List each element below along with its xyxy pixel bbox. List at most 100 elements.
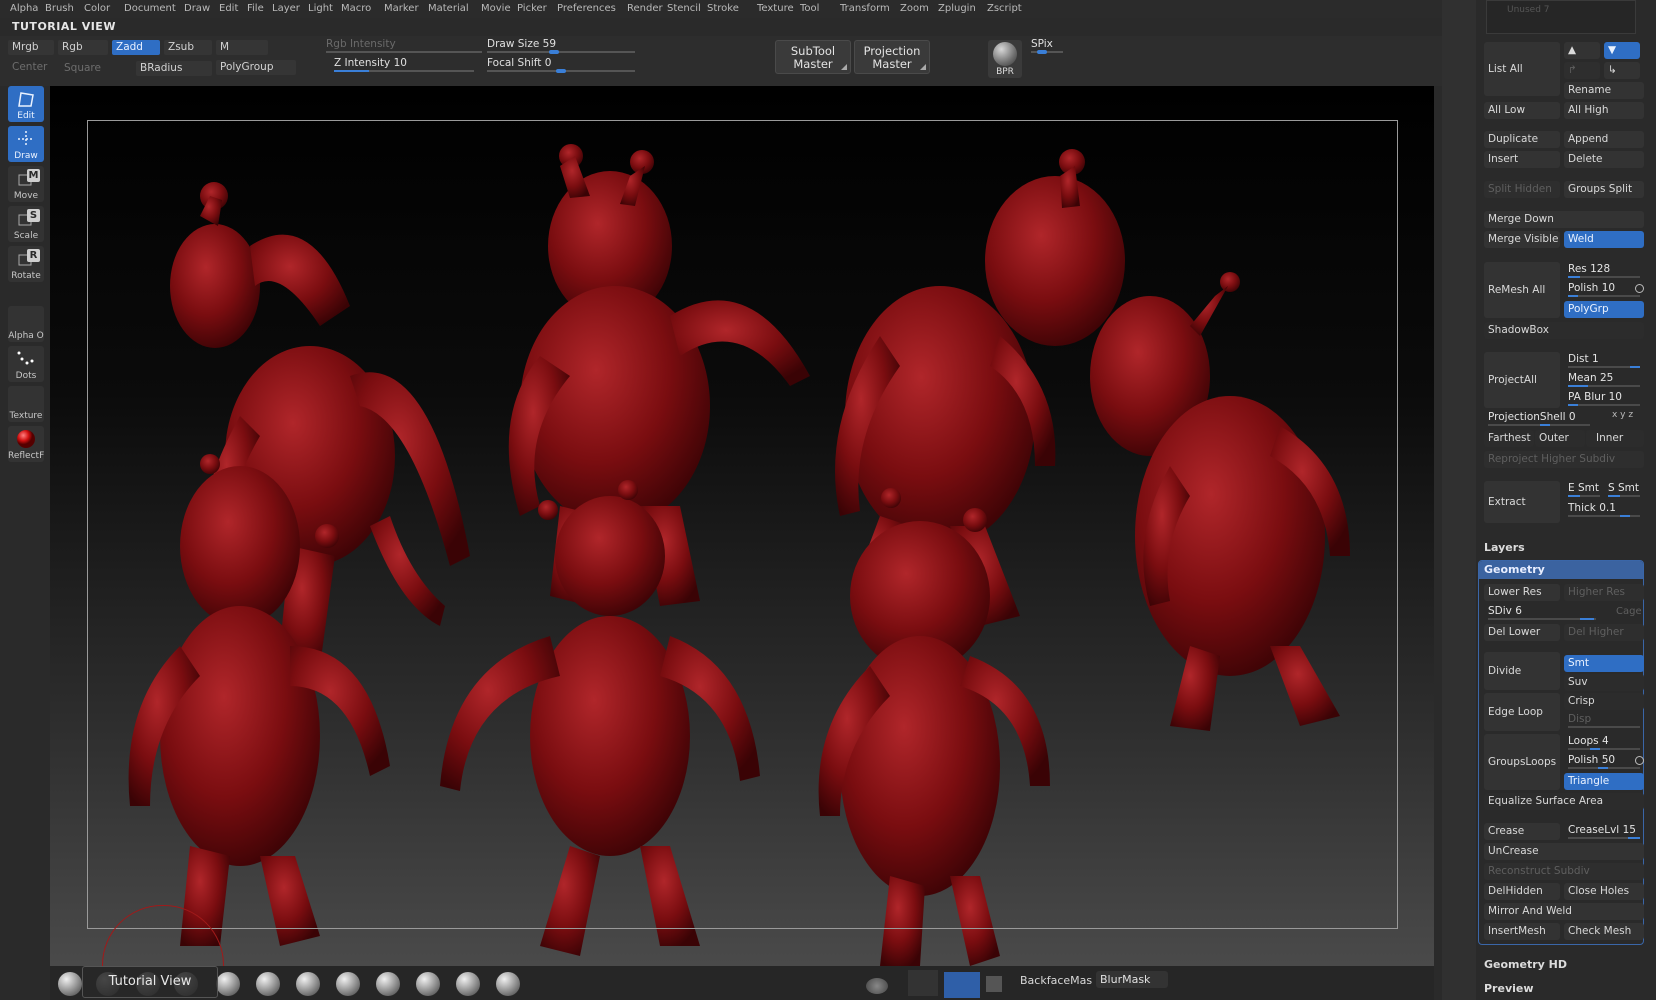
rename-button[interactable]: Rename [1564, 82, 1644, 99]
edge-loop-button[interactable]: Edge Loop [1484, 693, 1560, 731]
center-button[interactable]: Center [8, 60, 58, 75]
mrgb-button[interactable]: Mrgb [8, 40, 54, 55]
list-all-button[interactable]: List All [1484, 42, 1560, 96]
polish-2-circle-icon[interactable] [1635, 756, 1644, 765]
menu-item-edit[interactable]: Edit [219, 3, 238, 14]
outer-button[interactable]: Outer [1535, 430, 1585, 447]
polygroup-button[interactable]: PolyGroup [216, 60, 296, 75]
subtool-master-button[interactable]: SubTool Master [775, 40, 851, 74]
menu-item-stroke[interactable]: Stroke [707, 3, 739, 14]
z-intensity-slider[interactable]: Z Intensity 10 [334, 57, 474, 72]
square-button[interactable]: Square [60, 61, 130, 76]
loops-slider[interactable]: Loops 4 [1564, 734, 1644, 751]
menu-item-macro[interactable]: Macro [341, 3, 371, 14]
menu-item-document[interactable]: Document [124, 3, 176, 14]
xyz-toggle[interactable]: x y z [1612, 410, 1633, 420]
floor-icon[interactable] [908, 970, 938, 996]
brush-icon[interactable] [416, 972, 440, 996]
layers-header[interactable]: Layers [1484, 541, 1525, 554]
all-low-button[interactable]: All Low [1484, 102, 1560, 119]
lower-res-button[interactable]: Lower Res [1484, 584, 1560, 601]
focal-shift-slider[interactable]: Focal Shift 0 [487, 57, 635, 73]
res-slider[interactable]: Res 128 [1564, 262, 1644, 279]
tool-rotate[interactable]: R Rotate [8, 246, 44, 282]
preview-header[interactable]: Preview [1484, 982, 1534, 995]
geometry-hd-header[interactable]: Geometry HD [1484, 958, 1567, 971]
menu-item-texture[interactable]: Texture [757, 3, 794, 14]
polish-slider[interactable]: Polish 10 [1564, 281, 1644, 298]
menu-item-render[interactable]: Render [627, 3, 663, 14]
inner-button[interactable]: Inner [1586, 430, 1644, 447]
reproject-higher-subdiv-button[interactable]: Reproject Higher Subdiv [1484, 451, 1644, 468]
spix-slider[interactable]: SPix [1031, 38, 1063, 54]
menu-item-tool[interactable]: Tool [800, 3, 819, 14]
lasso-icon[interactable] [866, 978, 888, 994]
zsub-button[interactable]: Zsub [164, 40, 212, 55]
smt-toggle[interactable]: Smt [1564, 655, 1644, 672]
brush-icon[interactable] [256, 972, 280, 996]
menu-item-alpha[interactable]: Alpha [10, 3, 38, 14]
brush-icon[interactable] [296, 972, 320, 996]
polish-2-slider[interactable]: Polish 50 [1564, 753, 1644, 770]
menu-item-color[interactable]: Color [84, 3, 110, 14]
insertmesh-button[interactable]: InsertMesh [1484, 923, 1560, 940]
tool-texture[interactable]: Texture [8, 386, 44, 422]
delhidden-button[interactable]: DelHidden [1484, 883, 1560, 900]
projection-shell-slider[interactable]: ProjectionShell 0 [1484, 410, 1594, 427]
brush-icon[interactable] [496, 972, 520, 996]
close-holes-button[interactable]: Close Holes [1564, 883, 1644, 900]
append-button[interactable]: Append [1564, 131, 1644, 148]
menu-item-draw[interactable]: Draw [184, 3, 210, 14]
equalize-surface-area-button[interactable]: Equalize Surface Area [1484, 793, 1644, 810]
blurmask-button[interactable]: BlurMask [1096, 971, 1168, 988]
arrow-move-up-icon[interactable]: ↱ [1564, 62, 1600, 79]
arrow-down-icon[interactable]: ▼ [1604, 42, 1640, 59]
right-panel-scroll-tray[interactable] [1442, 0, 1476, 1000]
subtool-slot[interactable]: Unused 7 [1486, 0, 1636, 34]
e-smt-slider[interactable]: E Smt [1564, 481, 1604, 498]
merge-down-button[interactable]: Merge Down [1484, 211, 1644, 228]
draw-size-slider[interactable]: Draw Size 59 [487, 38, 635, 54]
split-hidden-button[interactable]: Split Hidden [1484, 181, 1560, 198]
rgb-button[interactable]: Rgb [58, 40, 108, 55]
all-high-button[interactable]: All High [1564, 102, 1644, 119]
dist-slider[interactable]: Dist 1 [1564, 352, 1644, 369]
suv-toggle[interactable]: Suv [1564, 674, 1644, 691]
projection-master-button[interactable]: Projection Master [854, 40, 930, 74]
tool-draw[interactable]: Draw [8, 126, 44, 162]
polygrp-toggle[interactable]: PolyGrp [1564, 301, 1644, 318]
sdiv-slider[interactable]: SDiv 6 [1484, 604, 1600, 621]
tool-scale[interactable]: S Scale [8, 206, 44, 242]
duplicate-button[interactable]: Duplicate [1484, 131, 1560, 148]
merge-visible-button[interactable]: Merge Visible [1484, 231, 1560, 248]
brush-icon[interactable] [456, 972, 480, 996]
delete-button[interactable]: Delete [1564, 151, 1644, 168]
tool-reflectf[interactable]: ReflectF [8, 426, 44, 462]
uncrease-button[interactable]: UnCrease [1484, 843, 1644, 860]
del-higher-button[interactable]: Del Higher [1564, 624, 1644, 641]
shadowbox-button[interactable]: ShadowBox [1484, 322, 1644, 339]
disp-slider[interactable]: Disp [1564, 712, 1644, 729]
mirror-and-weld-button[interactable]: Mirror And Weld [1484, 903, 1644, 920]
farthest-button[interactable]: Farthest [1484, 430, 1534, 447]
menu-item-material[interactable]: Material [428, 3, 469, 14]
m-button[interactable]: M [216, 40, 268, 55]
backface-mask-label[interactable]: BackfaceMas [1020, 974, 1092, 987]
menu-item-brush[interactable]: Brush [45, 3, 74, 14]
geometry-header[interactable]: Geometry [1479, 561, 1643, 579]
crisp-toggle[interactable]: Crisp [1564, 693, 1644, 710]
extract-button[interactable]: Extract [1484, 481, 1560, 523]
pa-blur-slider[interactable]: PA Blur 10 [1564, 390, 1644, 407]
arrow-move-down-icon[interactable]: ↳ [1604, 62, 1640, 79]
s-smt-slider[interactable]: S Smt [1604, 481, 1644, 498]
insert-button[interactable]: Insert [1484, 151, 1560, 168]
creaselvl-slider[interactable]: CreaseLvl 15 [1564, 823, 1644, 840]
menu-item-file[interactable]: File [247, 3, 264, 14]
tool-dots[interactable]: Dots [8, 346, 44, 382]
reconstruct-subdiv-button[interactable]: Reconstruct Subdiv [1484, 863, 1644, 880]
tool-alpha[interactable]: Alpha O [8, 306, 44, 342]
triangle-toggle[interactable]: Triangle [1564, 773, 1644, 790]
menu-item-zscript[interactable]: Zscript [987, 3, 1022, 14]
brush-icon[interactable] [58, 972, 82, 996]
tool-edit[interactable]: Edit [8, 86, 44, 122]
